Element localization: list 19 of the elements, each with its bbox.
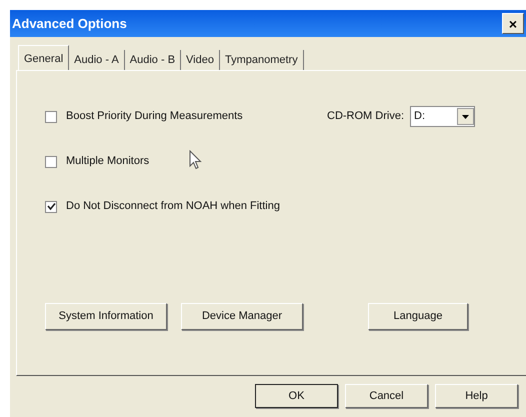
dialog-button[interactable]: Cancel xyxy=(345,384,428,408)
checkbox[interactable] xyxy=(45,200,57,212)
drive-dropdown[interactable]: D: xyxy=(410,106,475,127)
checkbox-label: Do Not Disconnect from NOAH when Fitting xyxy=(66,199,280,214)
checkbox[interactable] xyxy=(45,110,57,122)
dialog-button[interactable]: OK xyxy=(255,384,338,408)
push-button[interactable]: Language xyxy=(368,303,468,330)
push-button[interactable]: System Information xyxy=(45,303,167,330)
checkbox[interactable] xyxy=(45,156,57,168)
field-label: CD-ROM Drive: xyxy=(327,109,404,124)
dialog-button[interactable]: Help xyxy=(435,384,518,408)
checkbox-label: Boost Priority During Measurements xyxy=(66,109,243,124)
push-button[interactable]: Device Manager xyxy=(181,303,303,330)
mouse-pointer-icon xyxy=(189,150,202,170)
close-button[interactable]: × xyxy=(502,13,524,34)
tab[interactable]: General xyxy=(18,45,70,70)
checkbox-label: Multiple Monitors xyxy=(66,154,150,170)
window-title: Advanced Options xyxy=(12,14,127,33)
dropdown-arrow-icon xyxy=(462,114,469,118)
